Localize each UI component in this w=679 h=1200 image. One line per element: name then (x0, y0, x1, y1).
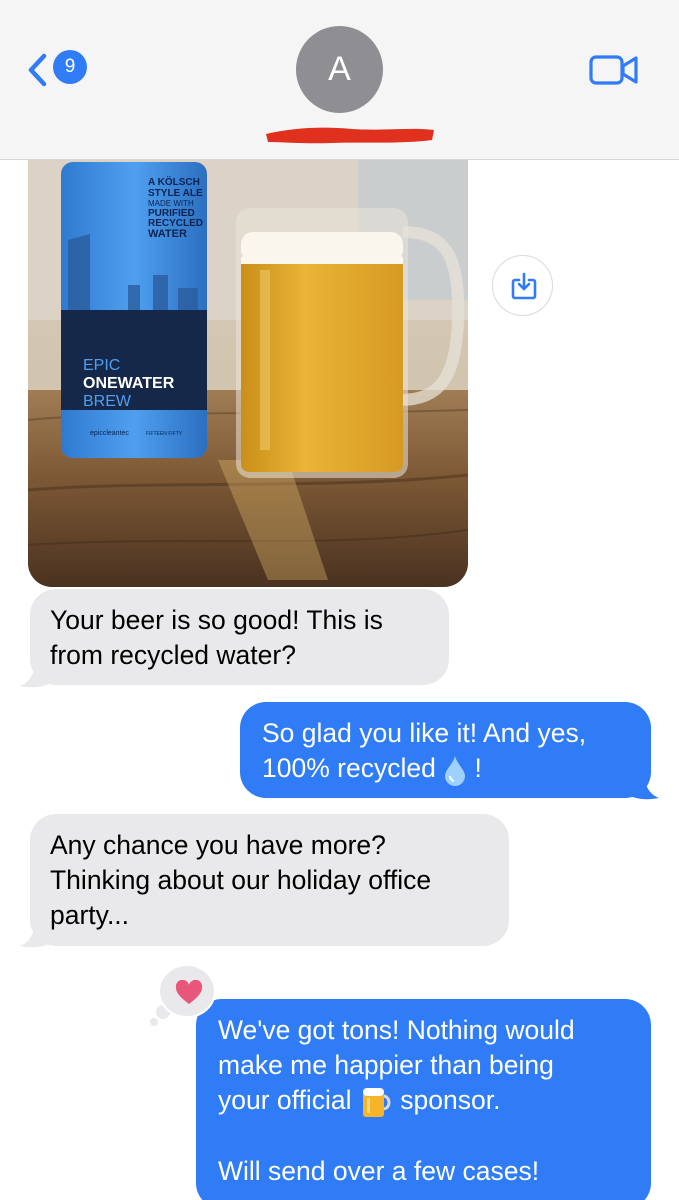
save-photo-button[interactable] (492, 255, 553, 316)
tapback-tail-dot (150, 1018, 158, 1026)
contact-avatar[interactable]: A (296, 26, 383, 113)
redacted-contact-name (266, 127, 434, 144)
conversation-header: 9 A (0, 0, 679, 160)
can-text: BREW (83, 393, 132, 410)
can-text: STYLE ALE (148, 188, 203, 199)
chevron-left-icon (28, 53, 47, 87)
can-text: epiccleantec (90, 430, 129, 437)
droplet-icon (445, 756, 466, 786)
message-text: ! (467, 753, 482, 783)
can-text: WATER (148, 228, 187, 240)
beer-mug-icon (362, 1088, 391, 1117)
tapback-reaction[interactable] (158, 964, 216, 1018)
can-text: A KÖLSCH (148, 175, 200, 188)
beer-photo: A KÖLSCH STYLE ALE MADE WITH PURIFIED RE… (28, 160, 468, 587)
message-bubble-incoming[interactable]: Your beer is so good! This is from recyc… (30, 589, 449, 685)
message-bubble-outgoing[interactable]: So glad you like it! And yes, 100% recyc… (240, 702, 651, 798)
can-text: ONEWATER (83, 375, 175, 392)
heart-icon (175, 980, 203, 1004)
unread-count-badge: 9 (53, 50, 87, 84)
back-button[interactable]: 9 (26, 50, 92, 90)
can-text: FIFTEEN FIFTY (146, 431, 183, 437)
message-text: So glad you like it! And yes, 100% recyc… (262, 718, 587, 783)
video-camera-icon (589, 55, 638, 85)
message-bubble-incoming[interactable]: Any chance you have more? Thinking about… (30, 814, 509, 946)
messages-screen: 9 A A KÖLSCH STYLE ALE MADE WITH PURIFIE… (0, 0, 679, 1200)
can-text: MADE WITH (148, 199, 194, 208)
download-icon (511, 272, 537, 300)
message-bubble-outgoing[interactable]: We've got tons! Nothing would make me ha… (196, 999, 651, 1200)
facetime-video-button[interactable] (588, 52, 640, 88)
photo-attachment[interactable]: A KÖLSCH STYLE ALE MADE WITH PURIFIED RE… (28, 160, 468, 587)
can-text: EPIC (83, 357, 120, 374)
